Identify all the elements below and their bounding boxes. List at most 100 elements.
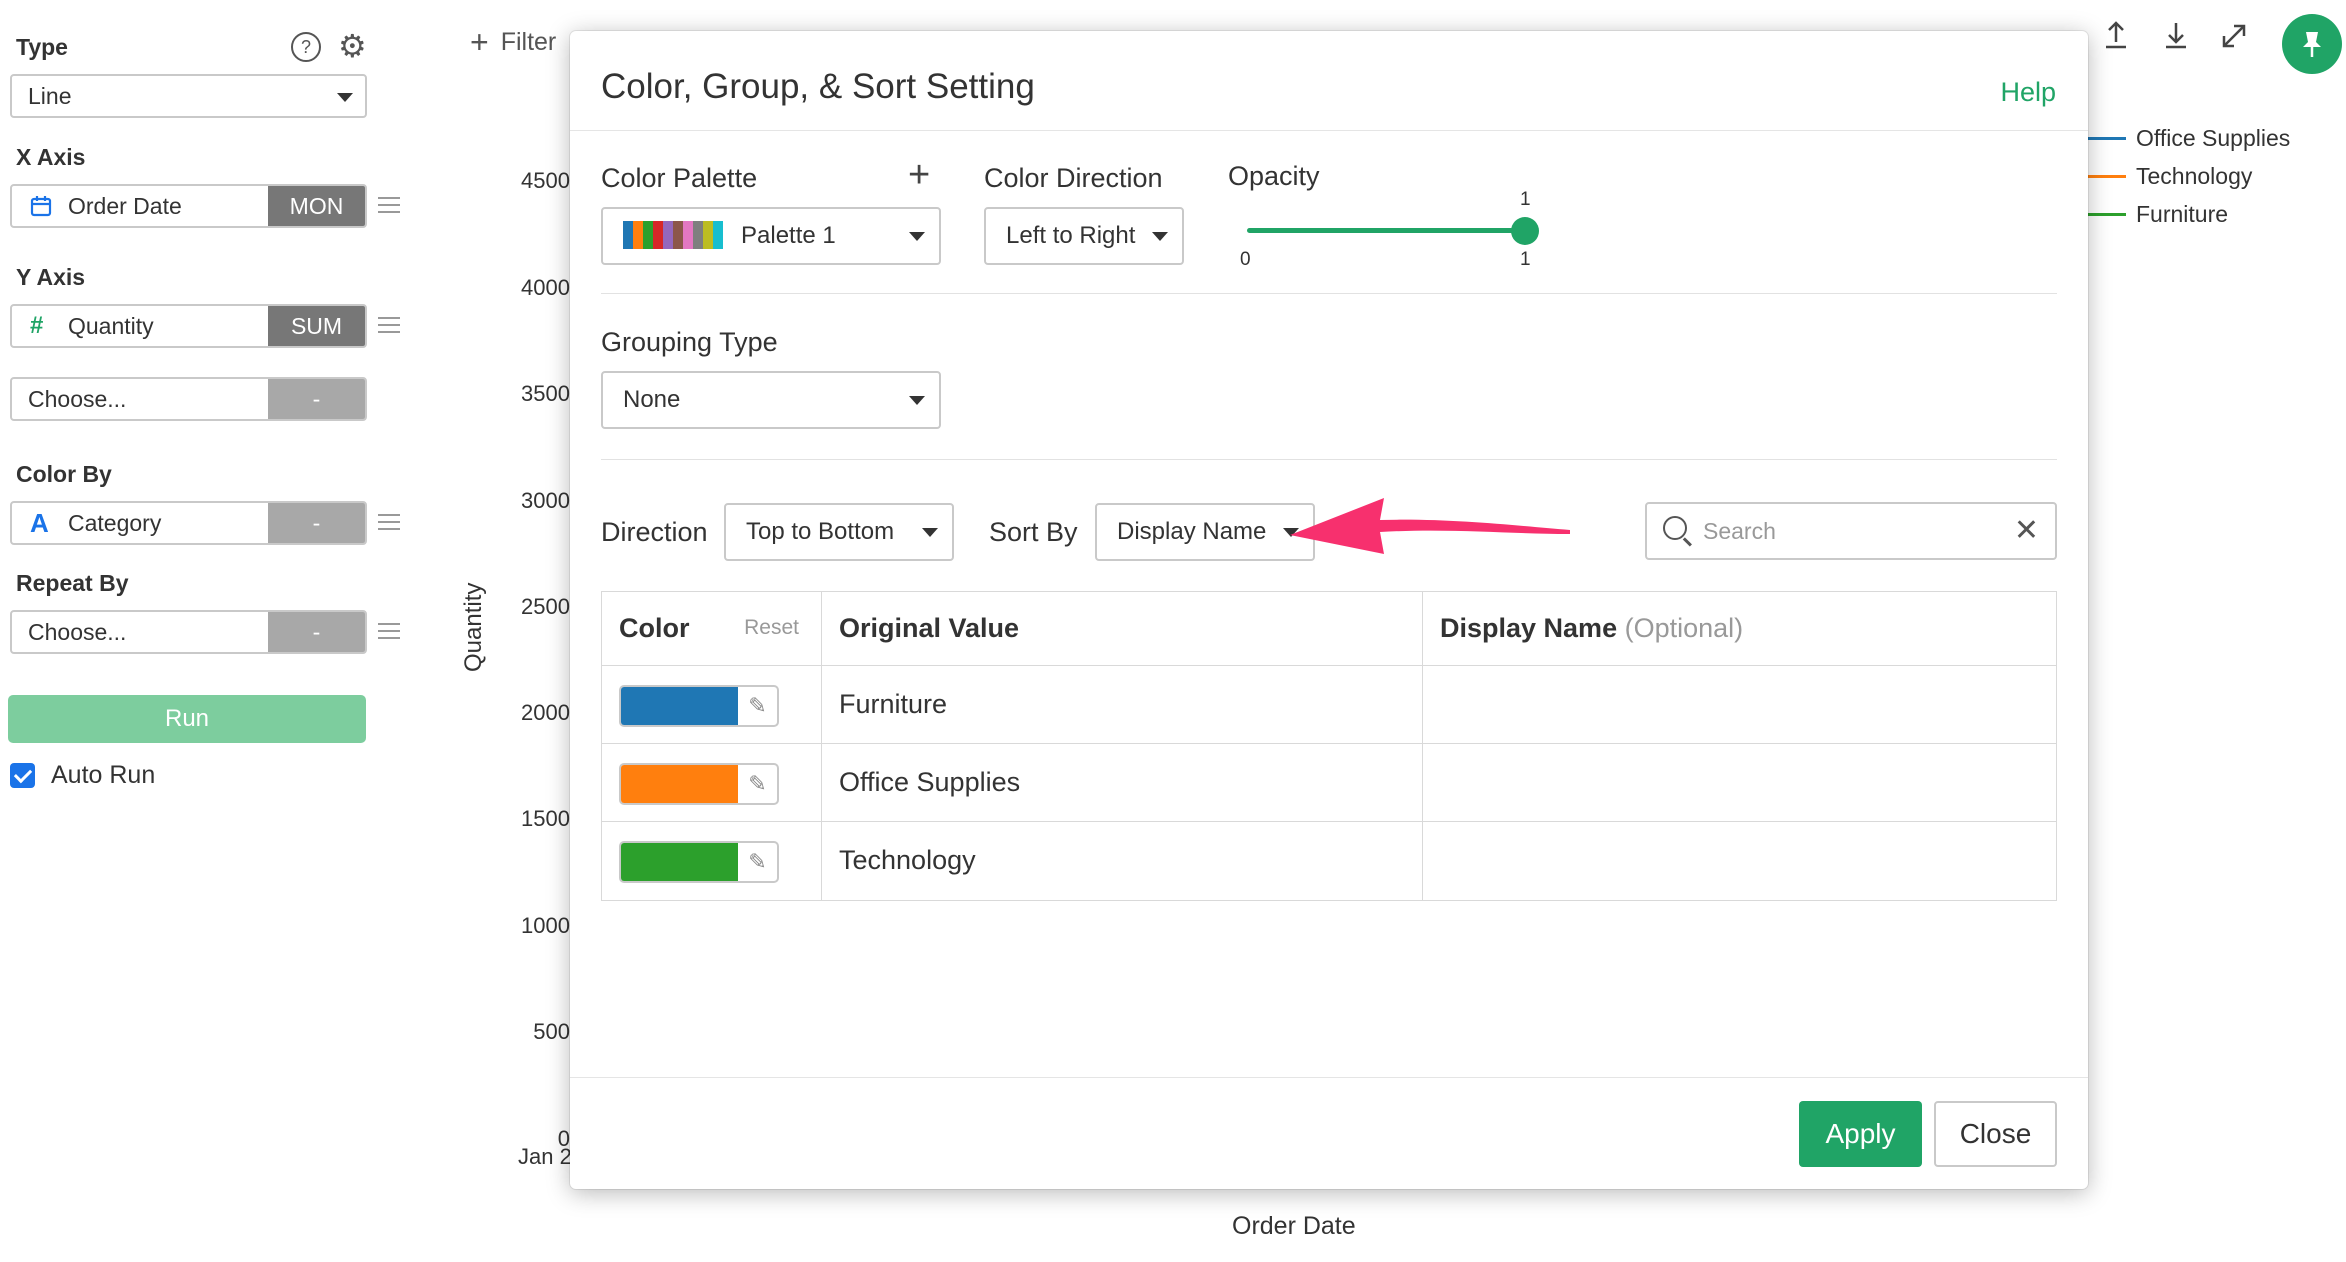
- y-axis2-placeholder: Choose...: [28, 386, 127, 412]
- color-mapping-table: Color Reset Original Value Display Name …: [601, 591, 2057, 901]
- legend-label: Furniture: [2136, 200, 2229, 227]
- column-header-display-name: Display Name (Optional): [1423, 592, 2056, 665]
- eyedropper-icon[interactable]: ✎: [738, 765, 777, 803]
- repeat-by-menu-icon[interactable]: [378, 623, 400, 639]
- clear-search-icon[interactable]: ✕: [2014, 504, 2039, 558]
- display-name-input[interactable]: [1423, 822, 2056, 900]
- grouping-type-select[interactable]: None: [601, 371, 941, 429]
- apply-button[interactable]: Apply: [1799, 1101, 1922, 1167]
- y-tick: 4500: [521, 168, 570, 193]
- x-tick: Jan 2: [518, 1144, 572, 1169]
- opacity-max: 1: [1520, 249, 1531, 270]
- dialog-title: Color, Group, & Sort Setting: [601, 67, 1035, 106]
- x-axis-field-label: Order Date: [68, 193, 182, 219]
- legend-item[interactable]: Furniture: [2088, 195, 2290, 233]
- help-icon[interactable]: ?: [291, 32, 321, 62]
- color-direction-value: Left to Right: [1006, 222, 1136, 249]
- palette-select[interactable]: Palette 1: [601, 207, 941, 265]
- eyedropper-icon[interactable]: ✎: [738, 843, 777, 881]
- grouping-type-value: None: [623, 386, 681, 413]
- pin-icon[interactable]: [2282, 14, 2342, 74]
- color-picker[interactable]: ✎: [619, 685, 779, 727]
- display-name-input[interactable]: [1423, 666, 2056, 743]
- add-palette-icon[interactable]: +: [908, 156, 930, 194]
- expand-icon[interactable]: [2220, 20, 2248, 58]
- y-tick: 4000: [521, 275, 570, 300]
- repeat-by-agg-button[interactable]: -: [268, 612, 365, 652]
- color-picker[interactable]: ✎: [619, 841, 779, 883]
- y-tick: 1500: [521, 806, 570, 831]
- auto-run-toggle[interactable]: Auto Run: [10, 761, 155, 790]
- legend-item[interactable]: Technology: [2088, 157, 2290, 195]
- reset-colors-link[interactable]: Reset: [744, 592, 799, 664]
- eyedropper-icon[interactable]: ✎: [738, 687, 777, 725]
- legend-label: Technology: [2136, 162, 2253, 189]
- color-group-sort-dialog: Color, Group, & Sort Setting Help Color …: [570, 31, 2088, 1189]
- dialog-footer-divider: [570, 1077, 2088, 1078]
- divider: [601, 459, 2057, 460]
- search-placeholder: Search: [1703, 518, 1776, 544]
- original-value-cell: Technology: [822, 822, 1423, 900]
- y-axis-agg-button[interactable]: SUM: [268, 306, 365, 346]
- auto-run-label: Auto Run: [51, 761, 156, 789]
- column-header-display-name-label: Display Name: [1440, 613, 1618, 643]
- run-button[interactable]: Run: [8, 695, 366, 743]
- close-button[interactable]: Close: [1934, 1101, 2057, 1167]
- legend-item[interactable]: Office Supplies: [2088, 119, 2290, 157]
- chart-type-select[interactable]: Line: [10, 74, 367, 118]
- chevron-down-icon: [909, 232, 925, 241]
- color-palette-label: Color Palette: [601, 163, 758, 193]
- y-axis-title: Y Axis: [16, 264, 86, 290]
- upload-icon[interactable]: [2102, 20, 2130, 58]
- annotation-arrow-icon: [1290, 498, 1570, 554]
- y-axis2-agg-button[interactable]: -: [268, 379, 365, 419]
- table-row: ✎ Office Supplies: [602, 744, 2056, 822]
- x-axis-label: Order Date: [1232, 1212, 1356, 1240]
- opacity-slider-track[interactable]: [1247, 228, 1525, 233]
- x-axis-field[interactable]: Order Date MON: [10, 184, 367, 228]
- dialog-header: Color, Group, & Sort Setting Help: [570, 31, 2088, 131]
- filter-button[interactable]: + Filter: [470, 24, 556, 61]
- chevron-down-icon: [1152, 232, 1168, 241]
- y-tick: 3000: [521, 488, 570, 513]
- auto-run-checkbox[interactable]: [10, 763, 35, 788]
- y-tick: 3500: [521, 381, 570, 406]
- gear-icon[interactable]: ⚙: [338, 30, 367, 62]
- divider: [601, 293, 2057, 294]
- search-input[interactable]: Search ✕: [1645, 502, 2057, 560]
- color-by-field[interactable]: A Category -: [10, 501, 367, 545]
- type-title: Type: [16, 34, 68, 60]
- color-cell: ✎: [602, 744, 822, 821]
- plus-icon: +: [470, 24, 489, 60]
- color-swatch[interactable]: [621, 687, 738, 725]
- direction-select[interactable]: Top to Bottom: [724, 503, 954, 561]
- legend-swatch: [2088, 136, 2126, 140]
- opacity-label: Opacity: [1228, 161, 1320, 191]
- calendar-icon: [30, 186, 52, 226]
- color-direction-select[interactable]: Left to Right: [984, 207, 1184, 265]
- color-picker[interactable]: ✎: [619, 763, 779, 805]
- original-value-cell: Furniture: [822, 666, 1423, 743]
- y-axis2-field[interactable]: Choose... -: [10, 377, 367, 421]
- y-axis-field[interactable]: # Quantity SUM: [10, 304, 367, 348]
- x-axis-menu-icon[interactable]: [378, 197, 400, 213]
- display-name-input[interactable]: [1423, 744, 2056, 821]
- optional-hint: (Optional): [1624, 613, 1744, 643]
- color-by-menu-icon[interactable]: [378, 514, 400, 530]
- y-axis-menu-icon[interactable]: [378, 317, 400, 333]
- download-icon[interactable]: [2162, 20, 2190, 58]
- y-axis-field-label: Quantity: [68, 313, 154, 339]
- color-swatch[interactable]: [621, 765, 738, 803]
- original-value-cell: Office Supplies: [822, 744, 1423, 821]
- table-row: ✎ Furniture: [602, 666, 2056, 744]
- sort-by-value: Display Name: [1117, 518, 1267, 545]
- repeat-by-field[interactable]: Choose... -: [10, 610, 367, 654]
- chevron-down-icon: [337, 93, 353, 102]
- y-axis-label: Quantity: [460, 582, 487, 672]
- x-axis-agg-button[interactable]: MON: [268, 186, 365, 226]
- color-by-agg-button[interactable]: -: [268, 503, 365, 543]
- color-swatch[interactable]: [621, 843, 738, 881]
- opacity-slider-handle[interactable]: [1511, 217, 1539, 245]
- help-link[interactable]: Help: [2000, 77, 2056, 108]
- chevron-down-icon: [922, 528, 938, 537]
